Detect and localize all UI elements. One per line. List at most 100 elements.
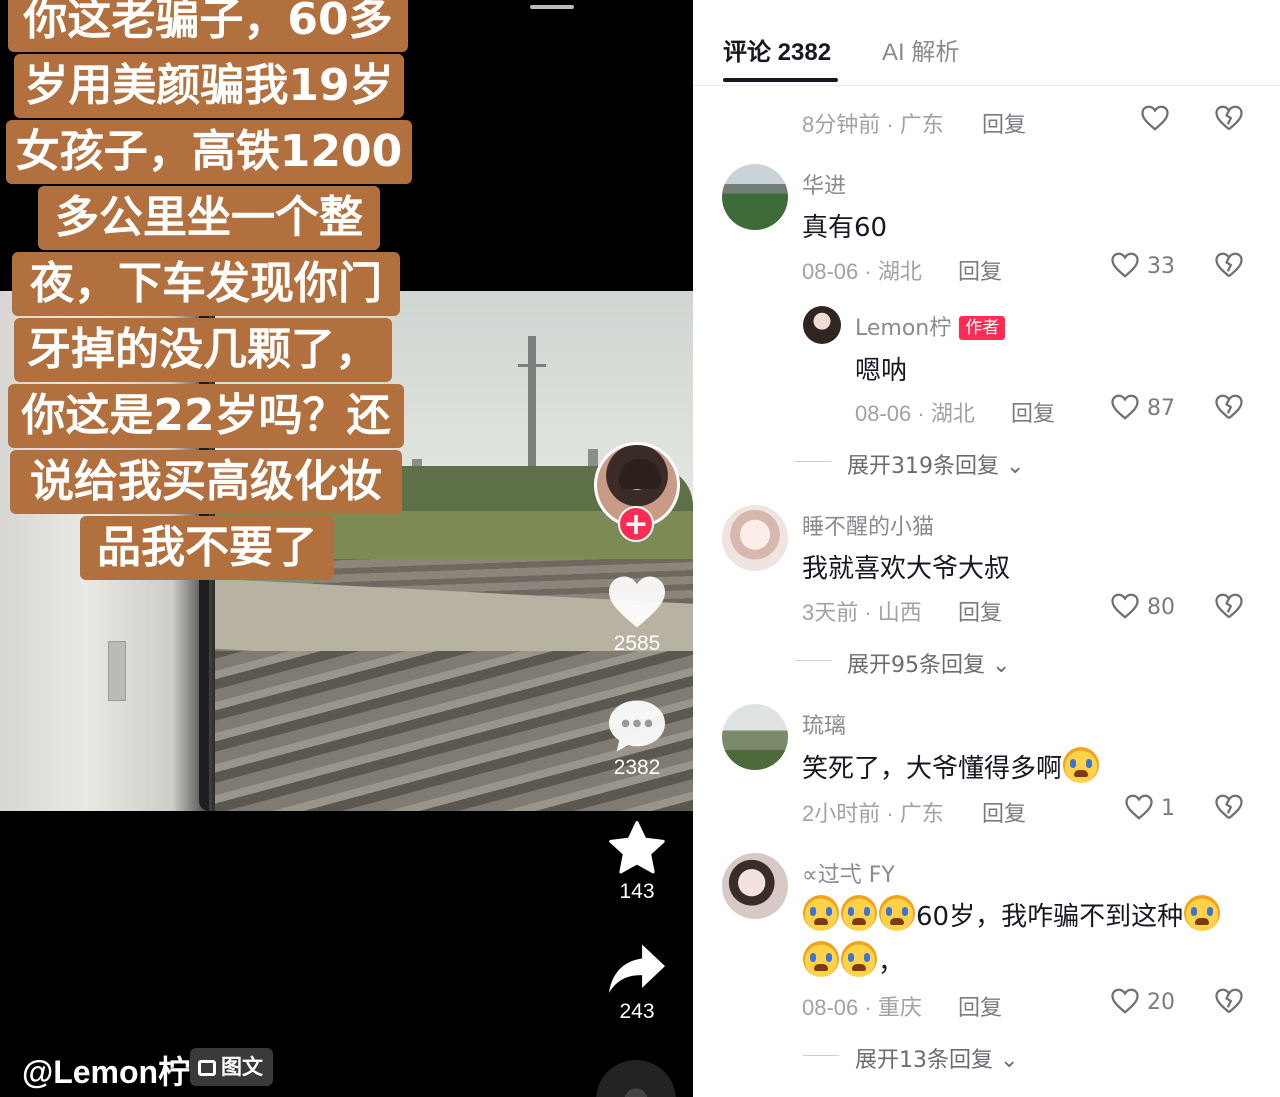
- comment-meta: 3天前 · 山西: [802, 600, 922, 625]
- star-icon: [609, 821, 665, 874]
- tab-ai-analysis[interactable]: AI 解析: [882, 32, 959, 67]
- dislike-button[interactable]: [1214, 393, 1244, 421]
- dislike-button[interactable]: [1214, 987, 1244, 1015]
- dislike-button[interactable]: [1214, 592, 1244, 620]
- chevron-down-icon: ⌄: [985, 653, 1011, 678]
- comment-meta: 8分钟前 · 广东: [802, 112, 944, 137]
- avatar[interactable]: [803, 306, 841, 344]
- comment-username[interactable]: ∝过弌 FY: [802, 857, 895, 889]
- like-count: 80: [1147, 595, 1175, 620]
- reply-button[interactable]: 回复: [1011, 396, 1055, 428]
- reply-username[interactable]: Lemon柠 作者: [855, 310, 1006, 342]
- like-count: 87: [1147, 396, 1175, 421]
- share-button[interactable]: 243: [590, 942, 684, 1024]
- reply-button[interactable]: 回复: [982, 107, 1026, 139]
- pleading-emoji-icon: [841, 895, 877, 931]
- comments-panel: 8分钟前 · 广东 回复 评论 2382 AI 解析 华进 真有60 08-06…: [693, 0, 1280, 1097]
- like-button[interactable]: [1140, 104, 1170, 132]
- comment-meta: 08-06 · 湖北: [802, 259, 922, 284]
- like-button[interactable]: 33: [1110, 251, 1175, 279]
- share-count: 243: [619, 1000, 655, 1023]
- comment-text: 真有60: [802, 213, 888, 243]
- broken-heart-icon: [1215, 105, 1243, 131]
- comment-text-content: 笑死了，大爷懂得多啊: [802, 754, 1063, 784]
- heart-outline-icon: [1111, 593, 1139, 619]
- heart-outline-icon: [1111, 252, 1139, 278]
- pleading-emoji-icon: [879, 895, 915, 931]
- reply-text: 嗯呐: [855, 356, 908, 386]
- author-handle[interactable]: @Lemon柠: [22, 1047, 190, 1093]
- heart-outline-icon: [1111, 394, 1139, 420]
- avatar[interactable]: [722, 704, 788, 770]
- like-button[interactable]: 80: [1110, 592, 1175, 620]
- caption-line: 多公里坐一个整: [38, 186, 380, 250]
- expand-divider: [803, 1055, 839, 1056]
- expand-replies-button[interactable]: 展开319条回复 ⌄: [847, 448, 1024, 480]
- author-badge: 作者: [959, 316, 1006, 340]
- image-text-icon: [198, 1060, 216, 1076]
- like-button[interactable]: 87: [1110, 393, 1175, 421]
- caption-line: 夜，下车发现你门: [12, 252, 400, 316]
- comment-text: 我就喜欢大爷大叔: [802, 554, 1011, 584]
- comment-text: 60岁，我咋骗不到这种 ，: [802, 894, 1242, 986]
- crying-emoji-icon: [841, 941, 877, 977]
- expand-replies-button[interactable]: 展开95条回复 ⌄: [847, 647, 1010, 679]
- dislike-button[interactable]: [1214, 793, 1244, 821]
- caption-line: 你这是22岁吗？还: [8, 384, 404, 448]
- comment-bubble-icon: [609, 700, 665, 752]
- like-count: 1: [1161, 796, 1175, 821]
- crying-laughing-emoji-icon: [1063, 747, 1100, 783]
- comment-username[interactable]: 华进: [802, 168, 846, 200]
- favorite-count: 143: [619, 880, 655, 903]
- reply-button[interactable]: 回复: [958, 595, 1002, 627]
- follow-button[interactable]: +: [618, 506, 654, 542]
- avatar[interactable]: [722, 164, 788, 230]
- comment-count: 2382: [613, 756, 661, 779]
- caption-line: 女孩子，高铁1200: [6, 120, 412, 184]
- reply-meta: 08-06 · 湖北: [855, 401, 975, 426]
- like-count: 2585: [613, 632, 661, 655]
- video-player[interactable]: 你这老骗子，60多 岁用美颜骗我19岁 女孩子，高铁1200 多公里坐一个整 夜…: [0, 0, 693, 1097]
- comment-text: 笑死了，大爷懂得多啊: [802, 747, 1100, 785]
- like-button[interactable]: 2585: [590, 574, 684, 656]
- expand-divider: [795, 461, 831, 462]
- chevron-down-icon: ⌄: [993, 1048, 1019, 1073]
- comment-meta: 2小时前 · 广东: [802, 801, 944, 826]
- broken-heart-icon: [1215, 394, 1243, 420]
- post-type-badge: 图文: [190, 1048, 273, 1086]
- drag-handle[interactable]: [530, 5, 574, 9]
- like-button[interactable]: 20: [1110, 987, 1175, 1015]
- dislike-button[interactable]: [1214, 104, 1244, 132]
- avatar[interactable]: [722, 505, 788, 571]
- heart-outline-icon: [1141, 105, 1169, 131]
- avatar[interactable]: [722, 853, 788, 919]
- caption-line: 说给我买高级化妆: [10, 450, 402, 514]
- post-type-label: 图文: [221, 1055, 263, 1079]
- like-button[interactable]: 1: [1124, 793, 1175, 821]
- broken-heart-icon: [1215, 252, 1243, 278]
- comments-tab-bar: 评论 2382 AI 解析: [693, 0, 1280, 86]
- expand-replies-button[interactable]: 展开13条回复 ⌄: [855, 1042, 1018, 1074]
- heart-outline-icon: [1125, 794, 1153, 820]
- comment-username[interactable]: 睡不醒的小猫: [802, 509, 934, 541]
- broken-heart-icon: [1215, 988, 1243, 1014]
- crying-emoji-icon: [1184, 895, 1221, 931]
- heart-icon: [609, 576, 665, 628]
- reply-button[interactable]: 回复: [958, 990, 1002, 1022]
- music-disc-icon[interactable]: [596, 1060, 676, 1097]
- reply-button[interactable]: 回复: [982, 796, 1026, 828]
- caption-line: 你这老骗子，60多: [8, 0, 408, 52]
- caption-line: 岁用美颜骗我19岁: [14, 54, 404, 118]
- comment-username[interactable]: 琉璃: [802, 708, 846, 740]
- dislike-button[interactable]: [1214, 251, 1244, 279]
- favorite-button[interactable]: 143: [590, 820, 684, 904]
- caption-line: 牙掉的没几颗了，: [14, 318, 392, 382]
- window-latch: [108, 641, 126, 701]
- like-count: 33: [1147, 254, 1175, 279]
- reply-button[interactable]: 回复: [958, 254, 1002, 286]
- tab-comments[interactable]: 评论 2382: [723, 32, 831, 67]
- expand-divider: [795, 660, 831, 661]
- comment-button[interactable]: 2382: [590, 698, 684, 780]
- broken-heart-icon: [1215, 593, 1243, 619]
- pleading-emoji-icon: [803, 895, 839, 931]
